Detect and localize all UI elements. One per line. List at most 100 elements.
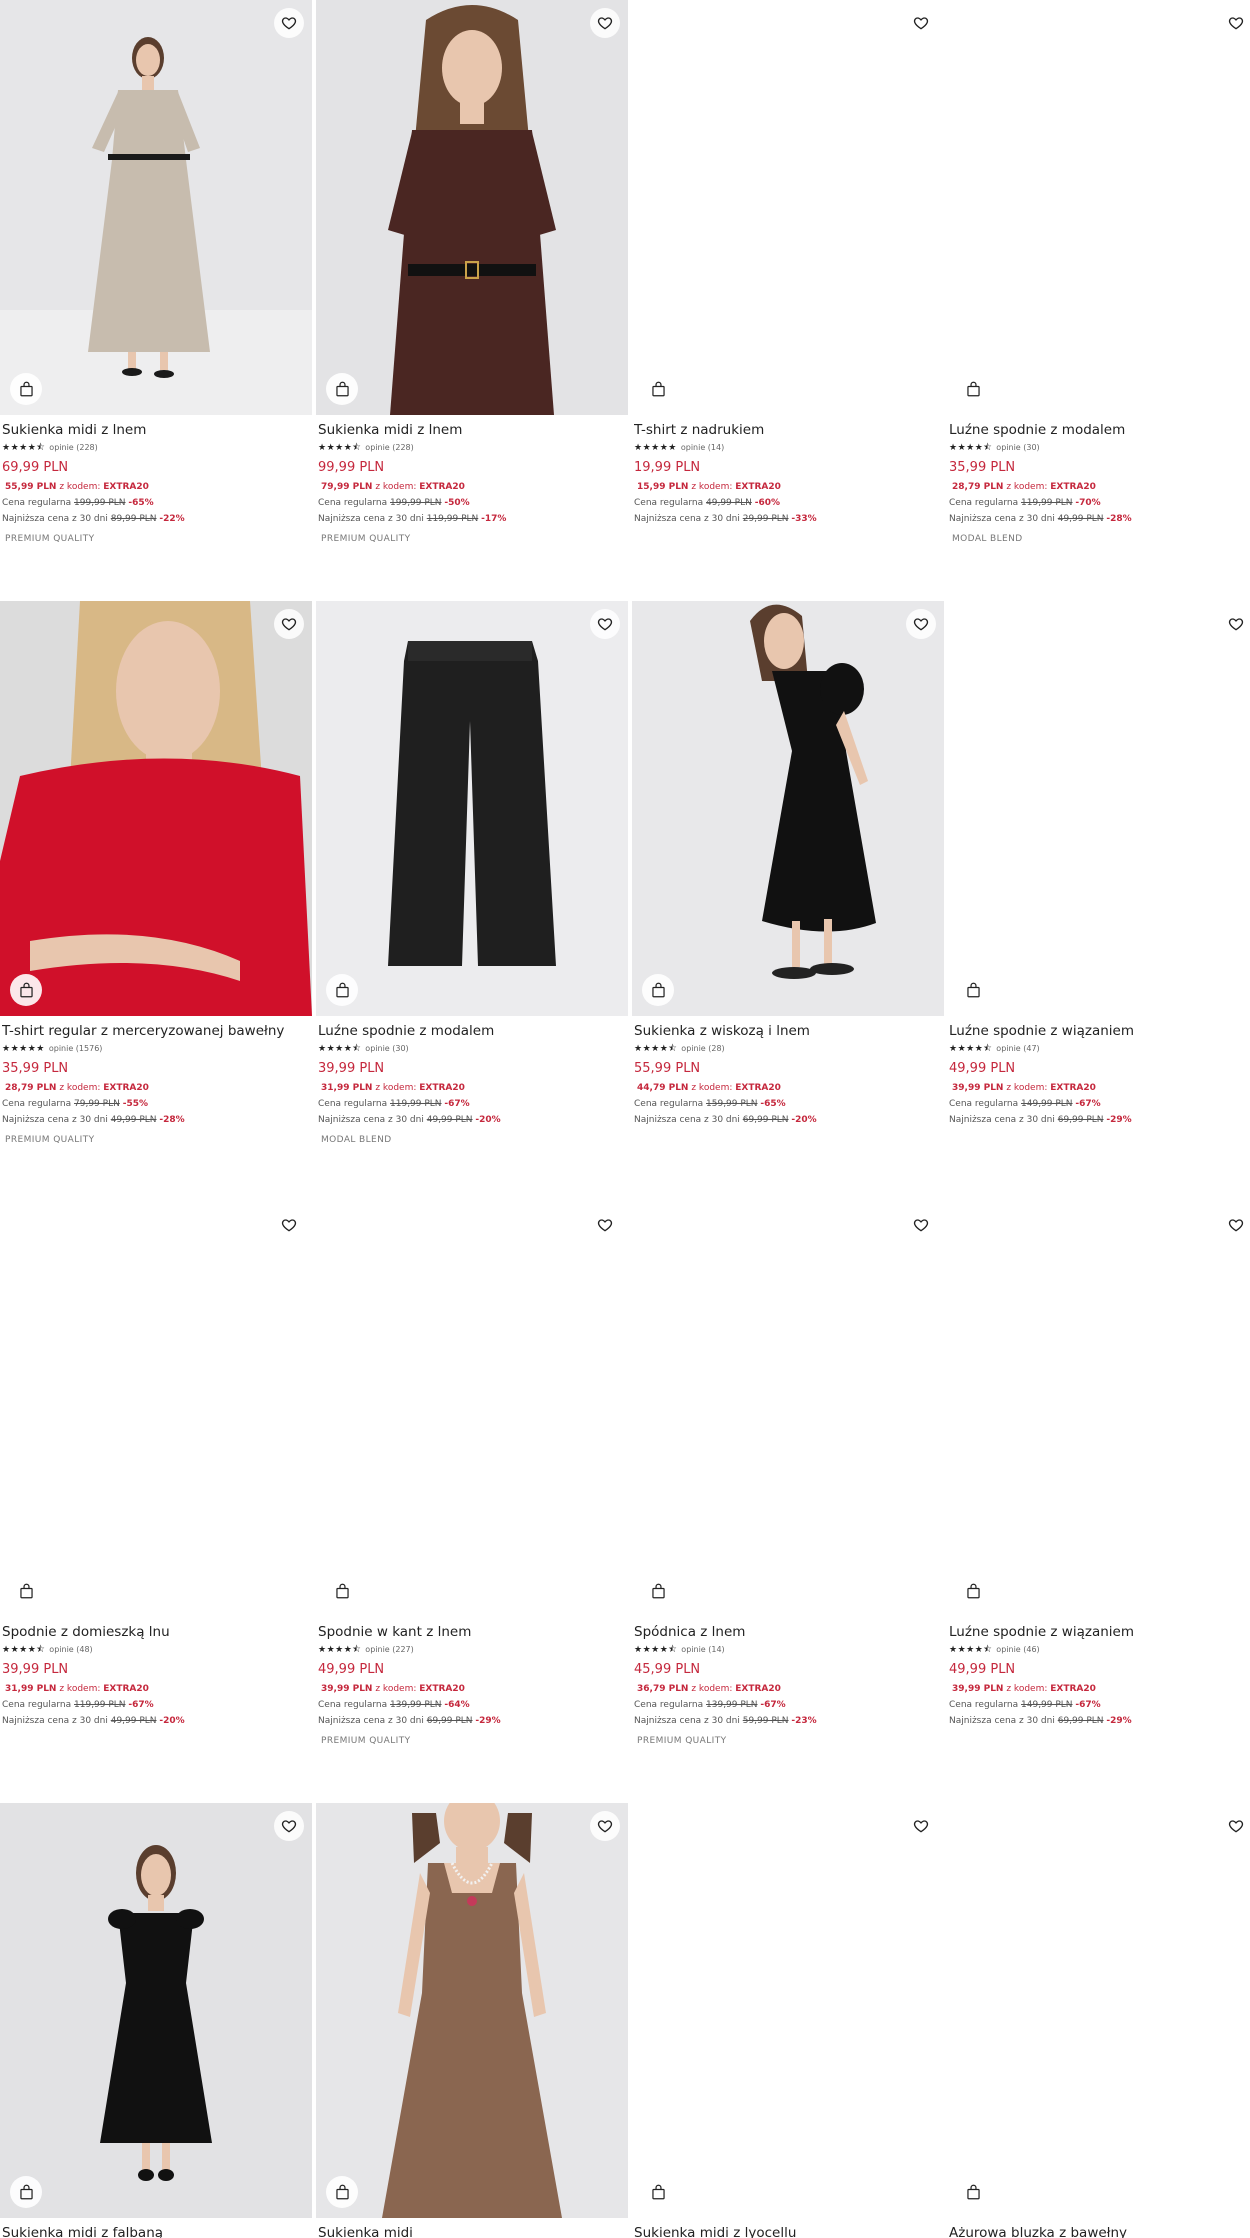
product-image[interactable] bbox=[316, 1202, 628, 1617]
product-image[interactable] bbox=[947, 1803, 1250, 2218]
shopping-bag-icon[interactable] bbox=[957, 373, 989, 405]
product-image[interactable] bbox=[632, 1202, 944, 1617]
product-name[interactable]: T-shirt regular z merceryzowanej bawełny bbox=[2, 1022, 310, 1040]
heart-icon[interactable] bbox=[274, 1811, 304, 1841]
review-count[interactable]: opinie (14) bbox=[681, 442, 724, 454]
product-name[interactable]: Sukienka midi z lnem bbox=[318, 421, 626, 439]
product-card[interactable]: Luźne spodnie z wiązaniem ★★★★⯪ opinie (47… bbox=[947, 601, 1250, 1126]
product-image[interactable] bbox=[632, 0, 944, 415]
shopping-bag-icon[interactable] bbox=[957, 1575, 989, 1607]
heart-icon[interactable] bbox=[590, 609, 620, 639]
product-card[interactable]: T-shirt z nadrukiem ★★★★★ opinie (14) 19,99… bbox=[632, 0, 944, 525]
review-count[interactable]: opinie (228) bbox=[365, 442, 413, 454]
shopping-bag-icon[interactable] bbox=[642, 974, 674, 1006]
product-name[interactable]: Sukienka midi z lyocellu bbox=[634, 2224, 942, 2238]
product-image[interactable] bbox=[0, 1202, 312, 1617]
product-image[interactable] bbox=[316, 0, 628, 415]
heart-icon[interactable] bbox=[1221, 1811, 1250, 1841]
product-name[interactable]: Luźne spodnie z modalem bbox=[318, 1022, 626, 1040]
product-image[interactable] bbox=[316, 601, 628, 1016]
lowest-discount: -29% bbox=[1106, 1115, 1132, 1125]
product-card[interactable]: Ażurowa bluzka z bawełny bbox=[947, 1803, 1250, 2238]
product-image[interactable] bbox=[947, 1202, 1250, 1617]
product-card[interactable]: Spodnie z domieszką lnu ★★★★⯪ opinie (48) 3… bbox=[0, 1202, 312, 1727]
review-count[interactable]: opinie (28) bbox=[681, 1043, 724, 1055]
product-name[interactable]: Sukienka midi z lnem bbox=[2, 421, 310, 439]
product-image[interactable] bbox=[0, 0, 312, 415]
product-name[interactable]: Spodnie w kant z lnem bbox=[318, 1623, 626, 1641]
product-name[interactable]: T-shirt z nadrukiem bbox=[634, 421, 942, 439]
product-rating: ★★★★⯪ opinie (14) bbox=[634, 1644, 942, 1656]
rating-stars-icon: ★★★★⯪ bbox=[634, 1044, 678, 1054]
regular-price: 49,99 PLN bbox=[706, 498, 752, 508]
product-name[interactable]: Luźne spodnie z modalem bbox=[949, 421, 1250, 439]
product-card[interactable]: Spodnie w kant z lnem ★★★★⯪ opinie (227) 49… bbox=[316, 1202, 628, 1747]
review-count[interactable]: opinie (14) bbox=[681, 1644, 724, 1656]
product-image[interactable] bbox=[632, 1803, 944, 2218]
product-image[interactable] bbox=[316, 1803, 628, 2218]
heart-icon[interactable] bbox=[274, 1210, 304, 1240]
product-name[interactable]: Sukienka midi bbox=[318, 2224, 626, 2238]
product-name[interactable]: Luźne spodnie z wiązaniem bbox=[949, 1022, 1250, 1040]
product-card[interactable]: Sukienka midi z lnem ★★★★⯪ opinie (228) 69,… bbox=[0, 0, 312, 545]
review-count[interactable]: opinie (48) bbox=[49, 1644, 92, 1656]
shopping-bag-icon[interactable] bbox=[957, 2176, 989, 2208]
regular-price-label: Cena regularna bbox=[2, 1099, 72, 1109]
shopping-bag-icon[interactable] bbox=[642, 1575, 674, 1607]
shopping-bag-icon[interactable] bbox=[10, 974, 42, 1006]
review-count[interactable]: opinie (30) bbox=[365, 1043, 408, 1055]
product-image[interactable] bbox=[947, 601, 1250, 1016]
heart-icon[interactable] bbox=[590, 1210, 620, 1240]
shopping-bag-icon[interactable] bbox=[10, 2176, 42, 2208]
product-card[interactable]: Spódnica z lnem ★★★★⯪ opinie (14) 45,99 PLN… bbox=[632, 1202, 944, 1747]
product-image[interactable] bbox=[947, 0, 1250, 415]
shopping-bag-icon[interactable] bbox=[326, 974, 358, 1006]
review-count[interactable]: opinie (227) bbox=[365, 1644, 413, 1656]
review-count[interactable]: opinie (46) bbox=[996, 1644, 1039, 1656]
product-name[interactable]: Spodnie z domieszką lnu bbox=[2, 1623, 310, 1641]
promo-price: 31,99 PLN bbox=[5, 1684, 57, 1694]
heart-icon[interactable] bbox=[1221, 8, 1250, 38]
product-name[interactable]: Sukienka z wiskozą i lnem bbox=[634, 1022, 942, 1040]
product-card[interactable]: Sukienka midi z lyocellu bbox=[632, 1803, 944, 2238]
review-count[interactable]: opinie (30) bbox=[996, 442, 1039, 454]
product-image[interactable] bbox=[0, 601, 312, 1016]
product-image[interactable] bbox=[0, 1803, 312, 2218]
product-card[interactable]: Sukienka midi z falbaną bbox=[0, 1803, 312, 2238]
shopping-bag-icon[interactable] bbox=[642, 373, 674, 405]
review-count[interactable]: opinie (47) bbox=[996, 1043, 1039, 1055]
regular-price: 119,99 PLN bbox=[1021, 498, 1073, 508]
heart-icon[interactable] bbox=[906, 1811, 936, 1841]
review-count[interactable]: opinie (1576) bbox=[49, 1043, 103, 1055]
heart-icon[interactable] bbox=[590, 1811, 620, 1841]
heart-icon[interactable] bbox=[1221, 609, 1250, 639]
product-card[interactable]: Sukienka z wiskozą i lnem ★★★★⯪ opinie (28… bbox=[632, 601, 944, 1126]
heart-icon[interactable] bbox=[906, 8, 936, 38]
heart-icon[interactable] bbox=[906, 609, 936, 639]
heart-icon[interactable] bbox=[906, 1210, 936, 1240]
shopping-bag-icon[interactable] bbox=[326, 1575, 358, 1607]
product-name[interactable]: Luźne spodnie z wiązaniem bbox=[949, 1623, 1250, 1641]
product-card[interactable]: T-shirt regular z merceryzowanej bawełny… bbox=[0, 601, 312, 1146]
product-name[interactable]: Ażurowa bluzka z bawełny bbox=[949, 2224, 1250, 2238]
shopping-bag-icon[interactable] bbox=[957, 974, 989, 1006]
product-card[interactable]: Luźne spodnie z modalem ★★★★⯪ opinie (30) 3… bbox=[316, 601, 628, 1146]
shopping-bag-icon[interactable] bbox=[642, 2176, 674, 2208]
shopping-bag-icon[interactable] bbox=[326, 2176, 358, 2208]
review-count[interactable]: opinie (228) bbox=[49, 442, 97, 454]
product-card[interactable]: Luźne spodnie z wiązaniem ★★★★⯪ opinie (46… bbox=[947, 1202, 1250, 1727]
product-name[interactable]: Sukienka midi z falbaną bbox=[2, 2224, 310, 2238]
product-card[interactable]: Luźne spodnie z modalem ★★★★⯪ opinie (30) 3… bbox=[947, 0, 1250, 545]
heart-icon[interactable] bbox=[1221, 1210, 1250, 1240]
regular-discount: -67% bbox=[128, 1700, 154, 1710]
heart-icon[interactable] bbox=[274, 609, 304, 639]
product-card[interactable]: Sukienka midi z lnem ★★★★⯪ opinie (228) 99,… bbox=[316, 0, 628, 545]
shopping-bag-icon[interactable] bbox=[10, 1575, 42, 1607]
shopping-bag-icon[interactable] bbox=[10, 373, 42, 405]
shopping-bag-icon[interactable] bbox=[326, 373, 358, 405]
product-card[interactable]: Sukienka midi bbox=[316, 1803, 628, 2238]
product-name[interactable]: Spódnica z lnem bbox=[634, 1623, 942, 1641]
product-image[interactable] bbox=[632, 601, 944, 1016]
heart-icon[interactable] bbox=[274, 8, 304, 38]
heart-icon[interactable] bbox=[590, 8, 620, 38]
